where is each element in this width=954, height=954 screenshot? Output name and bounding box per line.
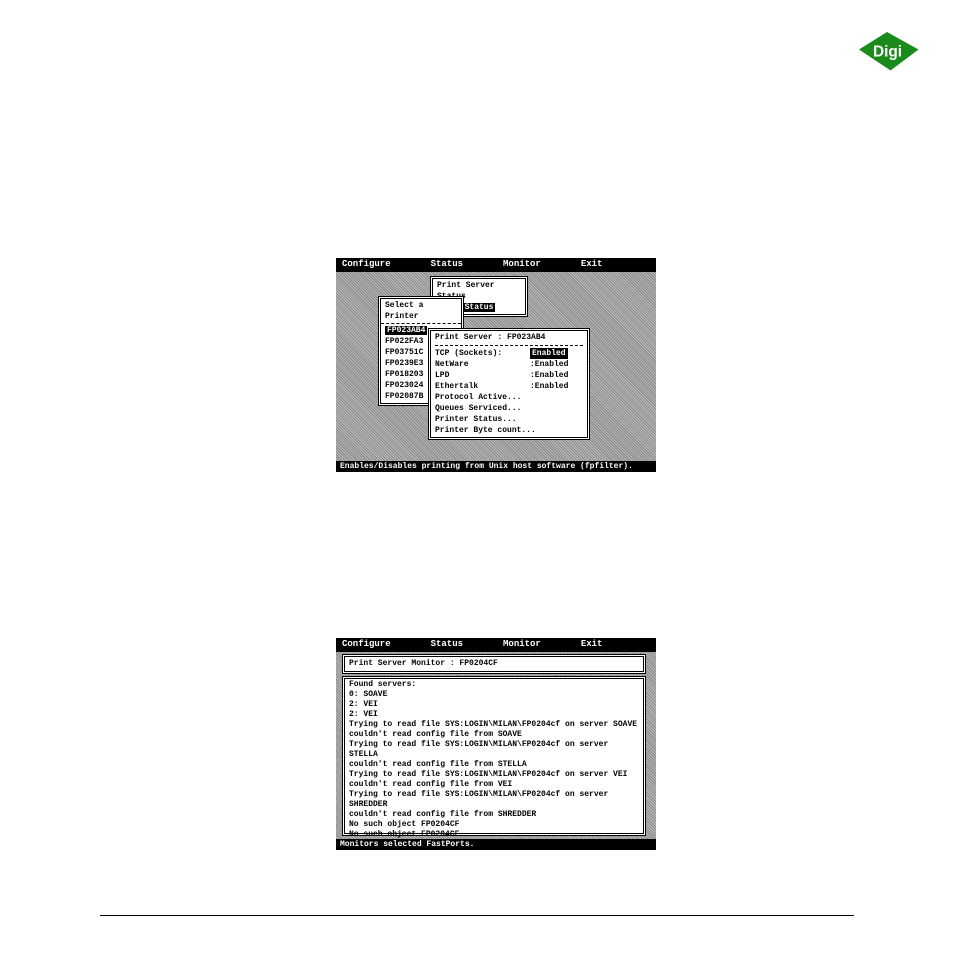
- log-line: No such object FP0204CF: [349, 820, 639, 830]
- log-line: couldn't read config file from STELLA: [349, 760, 639, 770]
- menu-exit[interactable]: Exit: [581, 259, 643, 269]
- menu-configure[interactable]: Configure: [342, 259, 431, 269]
- printer-detail-panel: Print Server : FP023AB4 TCP (Sockets):En…: [428, 328, 590, 440]
- detail-row[interactable]: LPD:Enabled: [435, 370, 583, 381]
- menu-configure[interactable]: Configure: [342, 639, 431, 649]
- log-line: Trying to read file SYS:LOGIN\MILAN\FP02…: [349, 720, 639, 730]
- menubar[interactable]: Configure Status Monitor Exit: [336, 638, 656, 652]
- digi-logo: Digi: [852, 30, 922, 80]
- menu-status[interactable]: Status: [431, 639, 503, 649]
- statusbar: Monitors selected FastPorts.: [336, 839, 656, 850]
- log-line: 2: VEI: [349, 700, 639, 710]
- dropdown-item[interactable]: Status: [463, 303, 496, 312]
- detail-row[interactable]: TCP (Sockets):Enabled: [435, 348, 583, 359]
- monitor-title-panel: Print Server Monitor : FP0204CF: [342, 654, 646, 674]
- menu-monitor[interactable]: Monitor: [503, 639, 581, 649]
- detail-row[interactable]: Printer Byte count...: [435, 425, 583, 436]
- statusbar: Enables/Disables printing from Unix host…: [336, 461, 656, 472]
- panel-title: Select a Printer: [381, 299, 461, 324]
- svg-text:Digi: Digi: [873, 44, 902, 61]
- log-line: couldn't read config file from SOAVE: [349, 730, 639, 740]
- menu-status[interactable]: Status: [431, 259, 503, 269]
- detail-row[interactable]: Ethertalk:Enabled: [435, 381, 583, 392]
- menu-exit[interactable]: Exit: [581, 639, 643, 649]
- log-line: couldn't read config file from SHREDDER: [349, 810, 639, 820]
- detail-header: Print Server : FP023AB4: [435, 332, 583, 343]
- detail-row[interactable]: NetWare:Enabled: [435, 359, 583, 370]
- monitor-title: Print Server Monitor : FP0204CF: [345, 657, 643, 670]
- detail-row[interactable]: Queues Serviced...: [435, 403, 583, 414]
- monitor-output-panel: Found servers: 0: SOAVE 2: VEI 2: VEI Tr…: [342, 676, 646, 836]
- log-line: Found servers:: [349, 680, 639, 690]
- detail-row[interactable]: Printer Status...: [435, 414, 583, 425]
- log-line: Trying to read file SYS:LOGIN\MILAN\FP02…: [349, 790, 639, 810]
- log-line: Trying to read file SYS:LOGIN\MILAN\FP02…: [349, 740, 639, 760]
- log-line: 2: VEI: [349, 710, 639, 720]
- log-line: Trying to read file SYS:LOGIN\MILAN\FP02…: [349, 770, 639, 780]
- menu-monitor[interactable]: Monitor: [503, 259, 581, 269]
- terminal-status: Configure Status Monitor Exit Print Serv…: [336, 258, 656, 472]
- menubar[interactable]: Configure Status Monitor Exit: [336, 258, 656, 272]
- detail-row[interactable]: Protocol Active...: [435, 392, 583, 403]
- terminal-monitor: Configure Status Monitor Exit Print Serv…: [336, 638, 656, 850]
- page-rule: [100, 915, 854, 916]
- log-line: 0: SOAVE: [349, 690, 639, 700]
- log-line: couldn't read config file from VEI: [349, 780, 639, 790]
